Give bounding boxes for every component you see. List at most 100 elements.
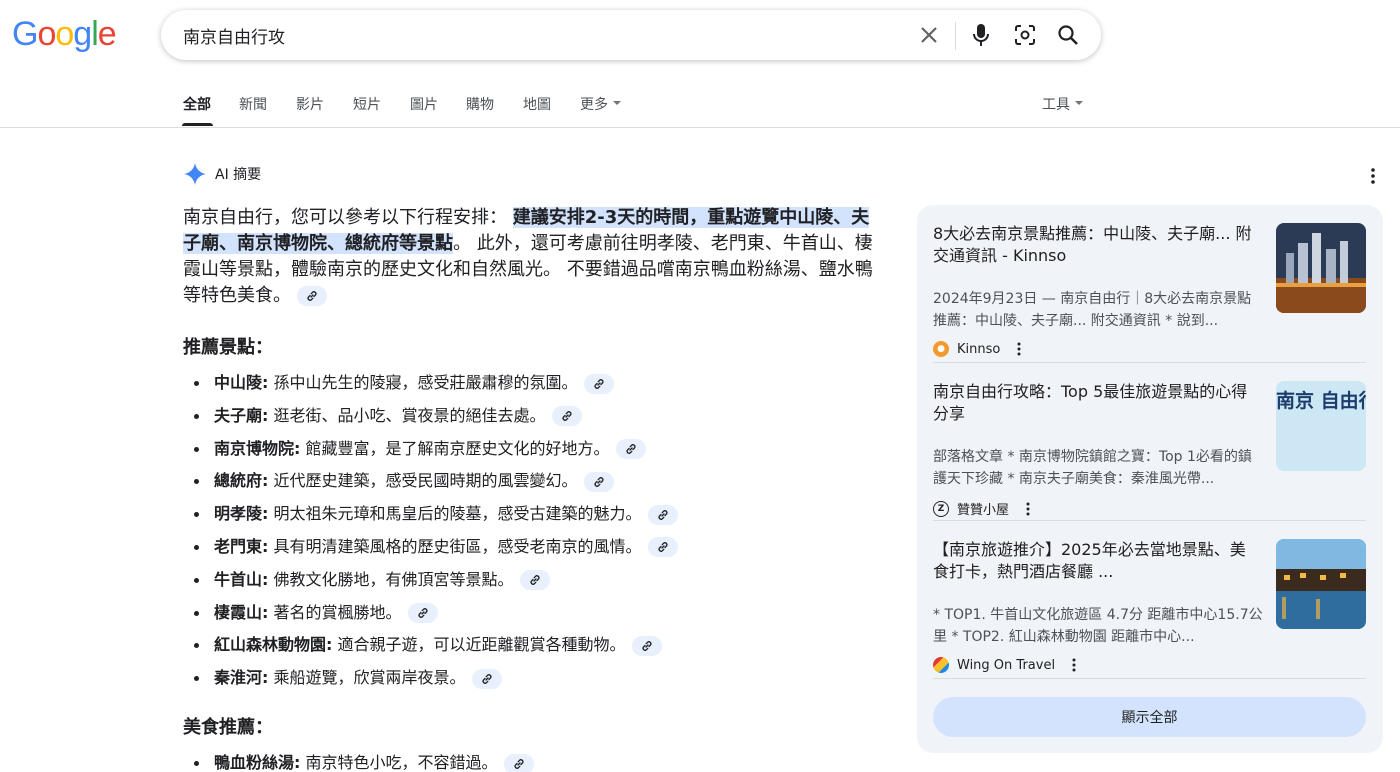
search-divider xyxy=(955,22,956,50)
source-link-icon[interactable] xyxy=(471,668,502,689)
lens-camera-icon[interactable] xyxy=(1013,23,1037,47)
tab-more[interactable]: 更多 xyxy=(580,94,621,114)
source-link-icon[interactable] xyxy=(583,373,614,394)
search-icon[interactable] xyxy=(1056,23,1080,47)
list-item: 紅山森林動物園: 適合親子遊，可以近距離觀賞各種動物。 xyxy=(194,629,678,662)
item-description: 南京特色小吃，不容錯過。 xyxy=(305,753,498,772)
source-link-icon[interactable] xyxy=(615,439,646,460)
source-site-name: 贊贊小屋 xyxy=(957,503,1010,518)
thumbnail-text: 南京 自由行攻略 xyxy=(1276,390,1366,412)
item-description: 館藏豐富，是了解南京歷史文化的好地方。 xyxy=(305,438,610,458)
source-site: Z 贊贊小屋 xyxy=(933,499,1033,518)
source-thumbnail[interactable] xyxy=(1276,223,1366,313)
tools-label: 工具 xyxy=(1042,97,1070,113)
item-name: 秦淮河: xyxy=(214,668,269,688)
kinnso-favicon-icon: ● xyxy=(933,341,949,357)
more-options-icon[interactable] xyxy=(1364,166,1382,186)
microphone-icon[interactable] xyxy=(969,23,993,47)
item-name: 棲霞山: xyxy=(214,602,269,622)
search-input[interactable] xyxy=(183,10,883,60)
source-title[interactable]: 【南京旅遊推介】2025年必去當地景點、美食打卡，熱門酒店餐廳 ... xyxy=(933,539,1261,583)
source-snippet: 2024年9月23日 — 南京自由行｜8大必去南京景點推薦：中山陵、夫子廟...… xyxy=(933,291,1252,329)
more-options-icon[interactable] xyxy=(1014,341,1024,357)
item-name: 明孝陵: xyxy=(214,504,269,524)
tab-news[interactable]: 新聞 xyxy=(239,94,267,114)
source-link-icon[interactable] xyxy=(519,570,550,591)
search-tabs: 全部 新聞 影片 短片 圖片 購物 地圖 更多 工具 xyxy=(0,80,1400,128)
tools-button[interactable]: 工具 xyxy=(1042,94,1083,114)
site-favicon-icon: Z xyxy=(933,500,949,517)
tab-more-label: 更多 xyxy=(580,97,608,113)
item-description: 明太祖朱元璋和馬皇后的陵墓，感受古建築的魅力。 xyxy=(273,504,642,524)
item-description: 乘船遊覽，欣賞兩岸夜景。 xyxy=(273,668,466,688)
list-item: 明孝陵: 明太祖朱元璋和馬皇后的陵墓，感受古建築的魅力。 xyxy=(194,498,678,531)
list-item: 棲霞山: 著名的賞楓勝地。 xyxy=(194,597,678,630)
item-name: 中山陵: xyxy=(214,373,269,392)
attractions-heading: 推薦景點： xyxy=(183,337,273,358)
source-link-icon[interactable] xyxy=(407,603,438,624)
tab-maps[interactable]: 地圖 xyxy=(523,94,551,114)
item-description: 佛教文化勝地，有佛頂宮等景點。 xyxy=(273,569,514,589)
chevron-down-icon xyxy=(613,101,621,105)
attractions-list: 中山陵: 孫中山先生的陵寢，感受莊嚴肅穆的氛圍。 夫子廟: 逛老街、品小吃、賞夜景… xyxy=(194,367,678,695)
source-link-icon[interactable] xyxy=(297,286,327,306)
list-item: 鴨血粉絲湯: 南京特色小吃，不容錯過。 xyxy=(194,747,534,772)
food-list: 鴨血粉絲湯: 南京特色小吃，不容錯過。 xyxy=(194,747,534,772)
item-name: 紅山森林動物園: xyxy=(214,635,333,655)
source-link-icon[interactable] xyxy=(647,504,678,525)
item-description: 逛老街、品小吃、賞夜景的絕佳去處。 xyxy=(273,405,546,425)
list-item: 秦淮河: 乘船遊覽，欣賞兩岸夜景。 xyxy=(194,662,678,695)
chevron-down-icon xyxy=(1075,101,1083,105)
show-all-button[interactable]: 顯示全部 xyxy=(933,697,1366,737)
item-description: 著名的賞楓勝地。 xyxy=(273,602,402,622)
list-item: 牛首山: 佛教文化勝地，有佛頂宮等景點。 xyxy=(194,564,678,597)
list-item: 老門東: 具有明清建築風格的歷史街區，感受老南京的風情。 xyxy=(194,531,678,564)
search-box[interactable] xyxy=(161,10,1101,60)
gemini-sparkle-icon xyxy=(184,163,206,185)
tab-shopping[interactable]: 購物 xyxy=(466,94,494,114)
source-title[interactable]: 南京自由行攻略：Top 5最佳旅遊景點的心得分享 xyxy=(933,381,1261,425)
active-tab-indicator xyxy=(182,123,213,126)
source-thumbnail[interactable] xyxy=(1276,539,1366,629)
source-link-icon[interactable] xyxy=(647,537,678,558)
source-card[interactable]: 南京自由行攻略：Top 5最佳旅遊景點的心得分享 部落格文章 * 南京博物院鎮館… xyxy=(933,381,1366,523)
source-link-icon[interactable] xyxy=(631,635,662,656)
source-thumbnail[interactable]: 南京 自由行攻略 xyxy=(1276,381,1366,471)
source-card[interactable]: 8大必去南京景點推薦：中山陵、夫子廟... 附交通資訊 - Kinnso 202… xyxy=(933,223,1366,365)
ai-overview-summary: 南京自由行，您可以參考以下行程安排： 建議安排2-3天的時間，重點遊覽中山陵、夫… xyxy=(183,205,873,309)
source-site-name: Kinnso xyxy=(957,341,1001,357)
source-site: ● Kinnso xyxy=(933,341,1024,357)
more-options-icon[interactable] xyxy=(1023,501,1033,517)
item-description: 近代歷史建築，感受民國時期的風雲變幻。 xyxy=(273,471,578,491)
source-link-icon[interactable] xyxy=(503,753,534,772)
tab-videos[interactable]: 影片 xyxy=(296,94,324,114)
tab-all[interactable]: 全部 xyxy=(183,94,211,114)
item-description: 適合親子遊，可以近距離觀賞各種動物。 xyxy=(337,635,626,655)
source-title[interactable]: 8大必去南京景點推薦：中山陵、夫子廟... 附交通資訊 - Kinnso xyxy=(933,223,1261,267)
list-item: 中山陵: 孫中山先生的陵寢，感受莊嚴肅穆的氛圍。 xyxy=(194,367,678,400)
item-name: 老門東: xyxy=(214,536,269,556)
more-options-icon[interactable] xyxy=(1069,657,1079,673)
divider xyxy=(933,678,1366,679)
item-name: 牛首山: xyxy=(214,569,269,589)
item-name: 總統府: xyxy=(214,471,269,491)
item-name: 南京博物院: xyxy=(214,438,301,458)
google-logo[interactable]: Google xyxy=(12,14,117,54)
wing-on-favicon-icon xyxy=(933,657,949,673)
divider xyxy=(933,520,1366,521)
sources-panel: 8大必去南京景點推薦：中山陵、夫子廟... 附交通資訊 - Kinnso 202… xyxy=(917,205,1383,753)
tab-images[interactable]: 圖片 xyxy=(410,94,438,114)
source-link-icon[interactable] xyxy=(551,406,582,427)
divider xyxy=(933,362,1366,363)
food-heading: 美食推薦： xyxy=(183,717,273,738)
list-item: 夫子廟: 逛老街、品小吃、賞夜景的絕佳去處。 xyxy=(194,400,678,433)
item-description: 具有明清建築風格的歷史街區，感受老南京的風情。 xyxy=(273,536,642,556)
clear-icon[interactable] xyxy=(917,23,941,47)
source-card[interactable]: 【南京旅遊推介】2025年必去當地景點、美食打卡，熱門酒店餐廳 ... * TO… xyxy=(933,539,1366,681)
source-link-icon[interactable] xyxy=(583,471,614,492)
source-snippet: 部落格文章 * 南京博物院鎮館之寶：Top 1必看的鎮護天下珍藏 * 南京夫子廟… xyxy=(933,449,1252,487)
item-description: 孫中山先生的陵寢，感受莊嚴肅穆的氛圍。 xyxy=(273,373,578,392)
source-site-name: Wing On Travel xyxy=(957,657,1056,673)
tab-shorts[interactable]: 短片 xyxy=(353,94,381,114)
source-site: Wing On Travel xyxy=(933,657,1079,673)
